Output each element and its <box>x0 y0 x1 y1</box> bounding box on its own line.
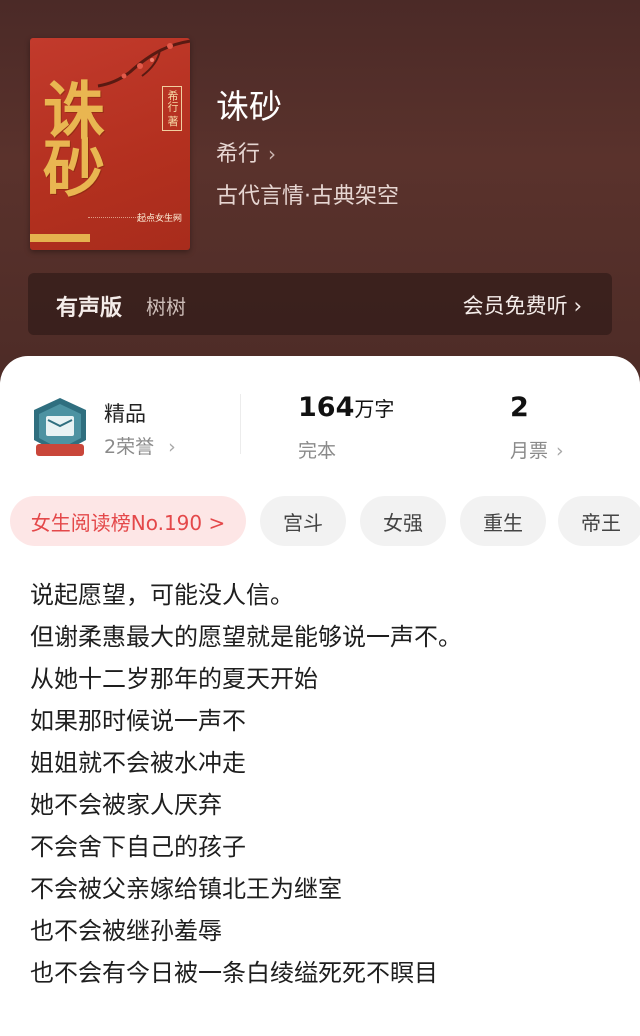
audio-version-bar[interactable]: 有声版 树树 会员免费听 › <box>28 273 612 335</box>
chevron-right-icon: › <box>268 142 277 166</box>
book-cover[interactable]: 诛砂 希行 著 起点女生网 <box>30 38 190 250</box>
synopsis-line: 也不会有今日被一条白绫缢死死不瞑目 <box>30 959 438 987</box>
synopsis[interactable]: 说起愿望，可能没人信。 但谢柔惠最大的愿望就是能够说一声不。 从她十二岁那年的夏… <box>30 574 620 994</box>
synopsis-line: 姐姐就不会被水冲走 <box>30 749 246 777</box>
listen-label: 会员免费听 <box>462 294 568 318</box>
quality-badge-icon[interactable] <box>30 396 90 460</box>
member-free-listen-button[interactable]: 会员免费听 › <box>463 290 582 320</box>
synopsis-line: 说起愿望，可能没人信。 <box>30 581 294 609</box>
synopsis-line: 不会被父亲嫁给镇北王为继室 <box>30 875 342 903</box>
word-count: 164万字 <box>298 392 394 423</box>
stats-divider <box>240 394 241 454</box>
word-count-number: 164 <box>298 392 355 423</box>
author-name: 希行 <box>216 142 261 167</box>
cover-gold-bar <box>30 234 90 242</box>
chevron-right-icon: › <box>573 294 582 318</box>
chevron-right-icon: › <box>168 436 176 458</box>
tag-rank[interactable]: 女生阅读榜No.190 > <box>10 496 246 546</box>
synopsis-line: 不会舍下自己的孩子 <box>30 833 246 861</box>
author-link[interactable]: 希行 › <box>216 136 276 168</box>
book-info-sheet: 精品 2荣誉 › 164万字 完本 2 月票 › 女生阅读榜No.190 > 宫斗 … <box>0 356 640 1036</box>
synopsis-line: 但谢柔惠最大的愿望就是能够说一声不。 <box>30 623 462 651</box>
cover-author: 希行 著 <box>162 86 182 131</box>
book-header: 诛砂 希行 著 起点女生网 诛砂 希行 › 古代言情·古典架空 有声版 树树 会员… <box>0 0 640 400</box>
completion-status: 完本 <box>298 440 337 462</box>
cover-title: 诛砂 <box>32 78 105 194</box>
monthly-tickets-link[interactable]: 月票 › <box>510 436 564 463</box>
tag-gongdou[interactable]: 宫斗 <box>260 496 346 546</box>
chevron-right-icon: › <box>556 440 564 462</box>
monthly-tickets-label: 月票 <box>510 440 549 462</box>
synopsis-line: 如果那时候说一声不 <box>30 707 246 735</box>
book-genre: 古代言情·古典架空 <box>216 184 399 209</box>
quality-label: 精品 <box>104 402 146 426</box>
tag-chongsheng[interactable]: 重生 <box>460 496 546 546</box>
tag-list: 女生阅读榜No.190 > 宫斗 女强 重生 帝王 <box>10 496 640 546</box>
tag-nvqiang[interactable]: 女强 <box>360 496 446 546</box>
synopsis-line: 她不会被家人厌弃 <box>30 791 222 819</box>
synopsis-line: 从她十二岁那年的夏天开始 <box>30 665 318 693</box>
honors-count: 2荣誉 <box>104 436 155 458</box>
book-title: 诛砂 <box>216 87 282 126</box>
cover-publisher: 起点女生网 <box>136 214 182 224</box>
honors-link[interactable]: 2荣誉 › <box>104 432 176 459</box>
audio-narrator: 树树 <box>146 295 186 319</box>
tag-diwang[interactable]: 帝王 <box>558 496 640 546</box>
monthly-tickets-count: 2 <box>510 392 529 423</box>
word-count-unit: 万字 <box>354 397 395 421</box>
audio-label: 有声版 <box>56 296 123 321</box>
synopsis-line: 也不会被继孙羞辱 <box>30 917 222 945</box>
